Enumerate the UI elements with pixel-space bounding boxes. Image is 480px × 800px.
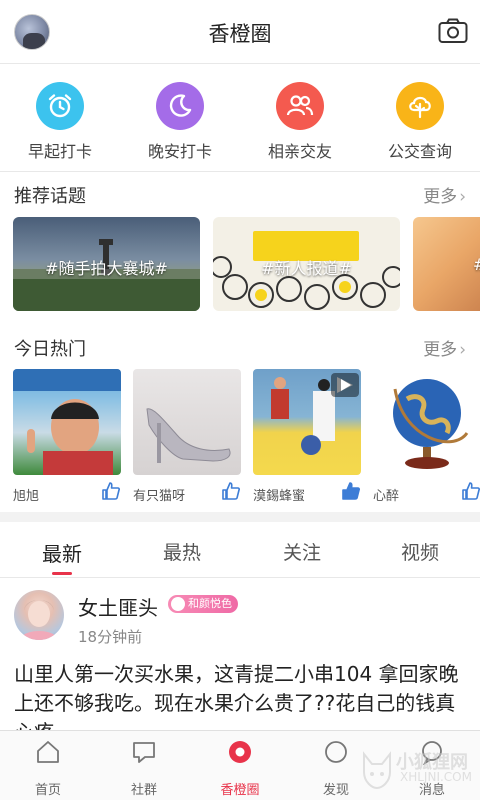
feed-tabs: 最新 最热 关注 视频 (0, 522, 480, 578)
thumbs-up-icon[interactable] (221, 481, 241, 501)
section-title: 推荐话题 (14, 186, 86, 207)
page-title: 香橙圈 (208, 22, 272, 46)
hot-header: 今日热门 更多 › (0, 327, 480, 367)
nav-label: 香橙圈 (220, 783, 260, 798)
tab-latest[interactable]: 最新 (22, 538, 102, 567)
topic-card[interactable]: #新人报道# (213, 217, 400, 311)
moon-icon (156, 82, 204, 130)
topics-more-link[interactable]: 更多 › (423, 182, 466, 207)
people-icon (276, 82, 324, 130)
section-divider (0, 512, 480, 522)
thumbs-up-icon[interactable] (461, 481, 480, 501)
camera-icon[interactable] (438, 18, 468, 44)
topics-header: 推荐话题 更多 › (0, 174, 480, 214)
section-title: 今日热门 (14, 339, 86, 360)
hot-image-art (393, 379, 469, 469)
watermark-subtext: XHLJNI.COM (400, 770, 472, 784)
hot-image-art (146, 408, 231, 463)
hot-image (133, 369, 241, 475)
quick-action-morning-checkin[interactable]: 早起打卡 (5, 82, 115, 162)
nav-label: 社群 (130, 783, 157, 798)
nav-label: 发现 (322, 783, 349, 798)
hot-item[interactable]: 旭旭 (13, 369, 121, 504)
hot-image-art (271, 373, 359, 455)
hot-image (253, 369, 361, 475)
tab-hottest[interactable]: 最热 (142, 538, 222, 565)
topic-label: # (473, 255, 480, 274)
topic-label: #随手拍大襄城# (45, 259, 168, 278)
post-author-name[interactable]: 女土匪头 (78, 592, 158, 621)
tab-video[interactable]: 视频 (380, 538, 460, 565)
quick-action-label: 相亲交友 (267, 142, 332, 161)
quick-actions: 早起打卡 晚安打卡 相亲交友 公交查询 (0, 64, 480, 172)
badge-icon (171, 597, 185, 611)
thumbs-up-icon[interactable] (341, 481, 361, 501)
nav-label: 首页 (34, 783, 61, 798)
chat-icon (133, 742, 155, 763)
hot-more-link[interactable]: 更多 › (423, 335, 466, 360)
nav-community[interactable]: 社群 (114, 739, 174, 798)
hot-item-name: 心醉 (373, 489, 400, 504)
avatar-art (20, 600, 58, 640)
quick-action-dating[interactable]: 相亲交友 (245, 82, 355, 162)
hot-item[interactable]: 心醉 (373, 369, 480, 504)
top-bar: 香橙圈 (0, 0, 480, 64)
hot-item-name: 旭旭 (13, 489, 40, 504)
chevron-right-icon: › (459, 340, 466, 360)
nav-orange-circle[interactable]: 香橙圈 (210, 739, 270, 798)
active-tab-indicator (52, 572, 72, 575)
hot-item-name: 有只猫呀 (133, 489, 186, 504)
nav-discover[interactable]: 发现 (306, 739, 366, 798)
tree-icon (396, 82, 444, 130)
quick-action-night-checkin[interactable]: 晚安打卡 (125, 82, 235, 162)
discover-icon (325, 741, 347, 763)
hot-image (373, 369, 480, 475)
topic-card[interactable]: #随手拍大襄城# (13, 217, 200, 311)
hot-item-name: 漠錫蜂蜜 (253, 489, 306, 504)
post-timestamp: 18分钟前 (78, 628, 143, 646)
post-text[interactable]: 山里人第一次买水果，这青提二小串104 拿回家晚上还不够我吃。现在水果介么贵了?… (14, 660, 470, 734)
quick-action-bus-query[interactable]: 公交查询 (365, 82, 475, 162)
topic-card[interactable]: # (413, 217, 480, 311)
tab-following[interactable]: 关注 (262, 538, 342, 565)
watermark: 小狐狸网 XHLJNI.COM (360, 748, 478, 798)
home-icon (37, 741, 59, 763)
post-author-avatar[interactable] (14, 590, 64, 640)
orange-circle-icon (229, 741, 251, 763)
hot-item[interactable]: 漠錫蜂蜜 (253, 369, 361, 504)
topic-label: #新人报道# (261, 259, 352, 278)
quick-action-label: 公交查询 (387, 142, 452, 161)
fox-logo-icon (363, 751, 391, 790)
hot-image-art (13, 369, 121, 475)
quick-action-label: 晚安打卡 (147, 142, 212, 161)
user-badge: 和颜悦色 (168, 595, 238, 613)
thumbs-up-icon[interactable] (101, 481, 121, 501)
nav-home[interactable]: 首页 (18, 739, 78, 798)
quick-action-label: 早起打卡 (27, 142, 92, 161)
chevron-right-icon: › (459, 187, 466, 207)
alarm-clock-icon (36, 82, 84, 130)
hot-item[interactable]: 有只猫呀 (133, 369, 241, 504)
hot-image (13, 369, 121, 475)
